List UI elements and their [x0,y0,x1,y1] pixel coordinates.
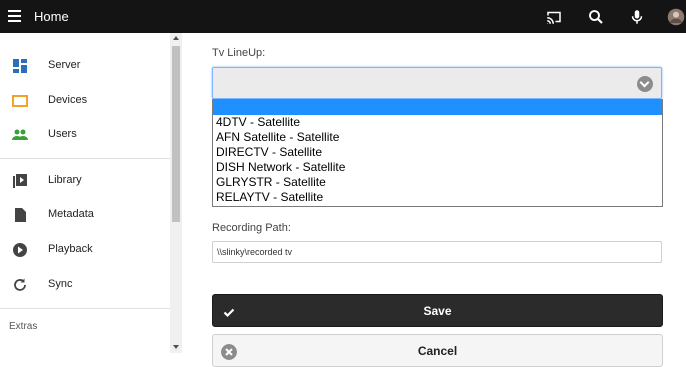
dashboard-icon [13,59,27,73]
dropdown-option[interactable]: GLRYSTR - Satellite [213,175,662,190]
scrollbar-thumb[interactable] [172,46,180,222]
sidebar-item-metadata[interactable]: Metadata [0,200,170,230]
sidebar-item-playback[interactable]: Playback [0,235,170,265]
metadata-icon [15,208,26,222]
library-icon [13,174,27,188]
sidebar-scrollbar[interactable] [170,33,182,353]
search-icon[interactable] [587,8,605,26]
tv-lineup-dropdown-list[interactable]: 4DTV - Satellite AFN Satellite - Satelli… [212,99,663,207]
chevron-down-icon[interactable] [637,76,653,92]
sync-icon [14,278,26,291]
sidebar-item-server[interactable]: Server [0,51,170,81]
tv-lineup-select[interactable] [212,67,662,99]
playback-icon [13,243,27,257]
dropdown-option[interactable]: DIRECTV - Satellite [213,145,662,160]
dropdown-option[interactable] [213,100,662,115]
cancel-button-label: Cancel [417,344,458,358]
sidebar-item-label: Users [48,128,77,140]
dropdown-option[interactable]: DISH Network - Satellite [213,160,662,175]
app-header: Home [0,0,686,33]
cancel-button[interactable]: Cancel [212,334,663,367]
sidebar-item-label: Metadata [48,208,94,220]
scroll-up-arrow-icon[interactable] [173,36,179,40]
main-content: Tv LineUp: 4DTV - Satellite AFN Satellit… [182,33,686,367]
recording-path-label: Recording Path: [212,222,291,234]
sidebar-item-devices[interactable]: Devices [0,86,170,116]
sidebar-item-label: Server [48,59,81,71]
sidebar-item-sync[interactable]: Sync [0,270,170,300]
tv-lineup-label: Tv LineUp: [212,47,266,59]
dropdown-option[interactable]: AFN Satellite - Satellite [213,130,662,145]
save-button[interactable]: Save [212,294,663,327]
sidebar-item-label: Playback [48,243,93,255]
menu-icon[interactable] [8,10,21,22]
microphone-icon[interactable] [628,8,646,26]
cast-icon[interactable] [545,8,563,26]
sidebar-item-users[interactable]: Users [0,120,170,150]
sidebar: Server Devices Users Library Metadata Pl… [0,33,170,353]
dropdown-option[interactable]: RELAYTV - Satellite [213,190,662,205]
sidebar-divider [0,308,170,309]
users-icon [12,129,28,140]
dropdown-option[interactable]: 4DTV - Satellite [213,115,662,130]
sidebar-section-extras: Extras [9,321,38,332]
recording-path-input[interactable]: \\slinky\recorded tv [212,241,662,263]
sidebar-item-label: Sync [48,278,73,290]
sidebar-divider [0,158,170,159]
sidebar-item-label: Library [48,174,82,186]
sidebar-item-library[interactable]: Library [0,166,170,196]
sidebar-item-label: Devices [48,94,88,106]
page-title: Home [34,9,69,24]
save-button-label: Save [423,304,452,318]
device-icon [12,95,28,107]
scroll-down-arrow-icon[interactable] [173,345,179,349]
user-avatar[interactable] [667,8,685,26]
